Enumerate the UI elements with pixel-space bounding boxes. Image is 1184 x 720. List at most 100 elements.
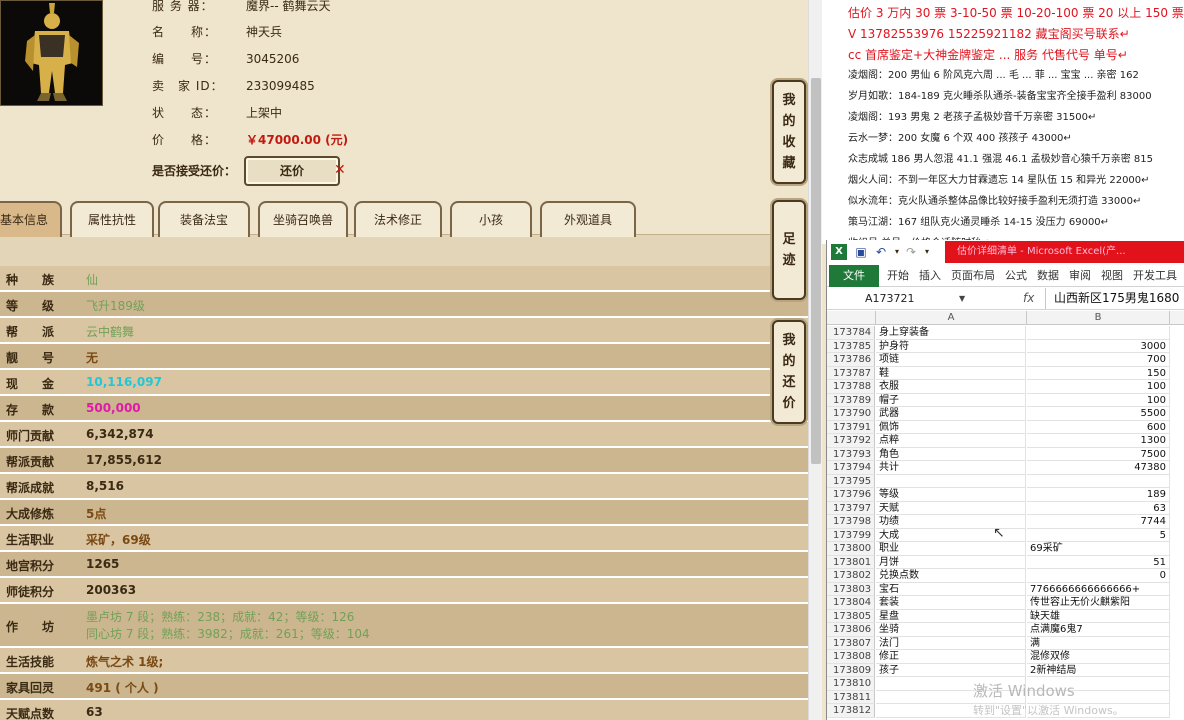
name-box[interactable]: A173721 [865, 290, 969, 307]
formula-input[interactable]: 山西新区175男鬼1680 [1045, 288, 1184, 309]
cell-b[interactable]: 150 [1027, 366, 1170, 380]
ribbon-tab[interactable]: 数据 [1037, 265, 1059, 287]
history-button[interactable]: 足迹 [772, 200, 806, 300]
cell-a[interactable]: 共计 [876, 461, 1026, 475]
tab-4[interactable]: 坐骑召唤兽 [258, 201, 348, 237]
cell-a[interactable]: 护身符 [876, 339, 1026, 353]
cell-b[interactable]: 混修双修 [1027, 650, 1170, 664]
cell-b[interactable]: 1300 [1027, 434, 1170, 448]
row-number[interactable]: 173784 [827, 326, 875, 340]
scrollbar-thumb[interactable] [811, 78, 821, 464]
row-number[interactable]: 173789 [827, 393, 875, 407]
cell-a[interactable] [876, 474, 1026, 488]
cell-b[interactable]: 3000 [1027, 339, 1170, 353]
cell-b[interactable]: 5 [1027, 528, 1170, 542]
row-number[interactable]: 173804 [827, 596, 875, 610]
cell-a[interactable]: 项链 [876, 353, 1026, 367]
tab-3[interactable]: 装备法宝 [158, 201, 250, 237]
select-all-corner[interactable] [827, 311, 876, 325]
cell-b[interactable]: 2新神结局 [1027, 663, 1170, 677]
cell-a[interactable]: 孩子 [876, 663, 1026, 677]
cell-a[interactable]: 等级 [876, 488, 1026, 502]
fx-icon[interactable]: fx [1023, 290, 1034, 307]
row-number[interactable]: 173805 [827, 609, 875, 623]
cell-a[interactable]: 身上穿装备 [876, 326, 1026, 340]
ribbon-tab[interactable]: 页面布局 [951, 265, 995, 287]
row-number[interactable]: 173808 [827, 650, 875, 664]
row-number[interactable]: 173812 [827, 704, 875, 718]
row-number[interactable]: 173795 [827, 474, 875, 488]
row-number[interactable]: 173786 [827, 353, 875, 367]
cell-b[interactable]: 7744 [1027, 515, 1170, 529]
row-number[interactable]: 173798 [827, 515, 875, 529]
cell-b[interactable]: 100 [1027, 393, 1170, 407]
my-offers-button[interactable]: 我的还价 [772, 320, 806, 424]
cell-a[interactable]: 帽子 [876, 393, 1026, 407]
row-number[interactable]: 173794 [827, 461, 875, 475]
row-number[interactable]: 173790 [827, 407, 875, 421]
cell-a[interactable]: 衣服 [876, 380, 1026, 394]
cell-b[interactable]: 51 [1027, 555, 1170, 569]
counter-offer-button[interactable]: 还价 [244, 156, 340, 186]
cell-b[interactable]: 700 [1027, 353, 1170, 367]
cell-a[interactable]: 法门 [876, 636, 1026, 650]
chevron-down-icon[interactable]: ▾ [919, 244, 935, 260]
ribbon-tab[interactable]: 开发工具 [1133, 265, 1177, 287]
row-number[interactable]: 173788 [827, 380, 875, 394]
cell-b[interactable] [1027, 326, 1170, 340]
row-number[interactable]: 173785 [827, 339, 875, 353]
ribbon-tab[interactable]: 插入 [919, 265, 941, 287]
cell-b[interactable]: 69采矿 [1027, 542, 1170, 556]
cell-b[interactable]: 47380 [1027, 461, 1170, 475]
row-number[interactable]: 173791 [827, 420, 875, 434]
row-number[interactable]: 173796 [827, 488, 875, 502]
cell-a[interactable]: 职业 [876, 542, 1026, 556]
row-number[interactable]: 173809 [827, 663, 875, 677]
cell-b[interactable]: 传世容止无价火麒紫阳 [1027, 596, 1170, 610]
cell-b[interactable]: 满 [1027, 636, 1170, 650]
tab-6[interactable]: 小孩 [450, 201, 532, 237]
row-number[interactable]: 173792 [827, 434, 875, 448]
cell-a[interactable]: 点粹 [876, 434, 1026, 448]
cell-a[interactable]: 佩饰 [876, 420, 1026, 434]
cell-b[interactable]: 63 [1027, 501, 1170, 515]
tab-7[interactable]: 外观道具 [540, 201, 636, 237]
page-scrollbar[interactable] [808, 0, 822, 720]
ribbon-tab-file[interactable]: 文件 [829, 265, 879, 287]
chevron-down-icon[interactable]: ▼ [959, 290, 965, 307]
column-header[interactable]: A [876, 311, 1027, 325]
cell-a[interactable]: 套装 [876, 596, 1026, 610]
cell-a[interactable]: 月饼 [876, 555, 1026, 569]
cell-a[interactable]: 角色 [876, 447, 1026, 461]
row-number[interactable]: 173800 [827, 542, 875, 556]
ribbon-tab[interactable]: 审阅 [1069, 265, 1091, 287]
cell-a[interactable]: 修正 [876, 650, 1026, 664]
row-number[interactable]: 173793 [827, 447, 875, 461]
row-number[interactable]: 173806 [827, 623, 875, 637]
row-number[interactable]: 173811 [827, 690, 875, 704]
redo-icon[interactable]: ↷ [903, 244, 919, 260]
row-number[interactable]: 173802 [827, 569, 875, 583]
cell-a[interactable]: 鞋 [876, 366, 1026, 380]
row-number[interactable]: 173787 [827, 366, 875, 380]
row-number[interactable]: 173810 [827, 677, 875, 691]
cell-b[interactable]: 7766666666666666+ [1027, 582, 1170, 596]
tab-5[interactable]: 法术修正 [354, 201, 442, 237]
cell-b[interactable]: 600 [1027, 420, 1170, 434]
close-icon[interactable]: ✕ [334, 162, 346, 178]
row-number[interactable]: 173799 [827, 528, 875, 542]
cell-b[interactable] [1027, 474, 1170, 488]
cell-b[interactable]: 缺天雄 [1027, 609, 1170, 623]
column-header[interactable]: B [1027, 311, 1170, 325]
cell-a[interactable]: 武器 [876, 407, 1026, 421]
ribbon-tab[interactable]: 开始 [887, 265, 909, 287]
tab-1[interactable]: 基本信息 [0, 201, 62, 237]
favorites-button[interactable]: 我的收藏 [772, 80, 806, 184]
cell-b[interactable]: 5500 [1027, 407, 1170, 421]
row-number[interactable]: 173803 [827, 582, 875, 596]
cell-b[interactable]: 7500 [1027, 447, 1170, 461]
ribbon-tab[interactable]: 视图 [1101, 265, 1123, 287]
cell-b[interactable]: 189 [1027, 488, 1170, 502]
row-number[interactable]: 173801 [827, 555, 875, 569]
cell-a[interactable]: 宝石 [876, 582, 1026, 596]
